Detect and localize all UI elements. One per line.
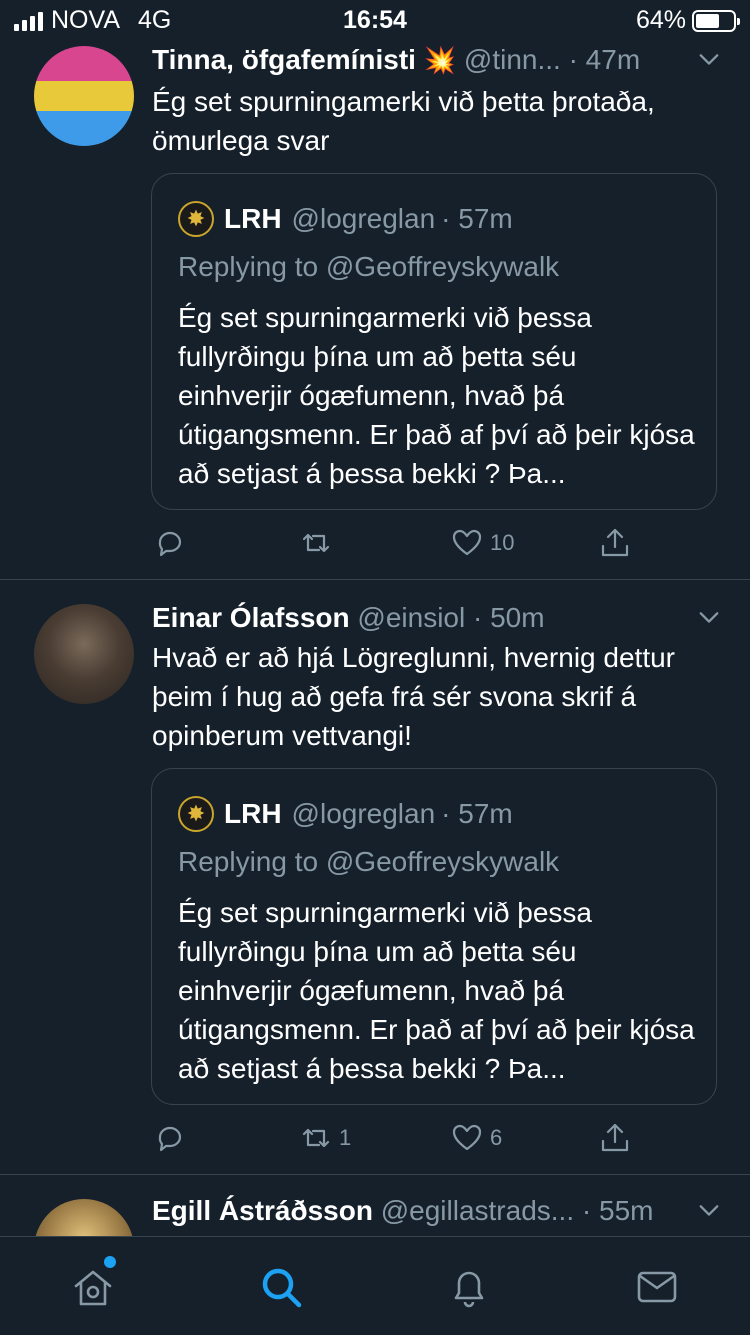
quote-text: Ég set spurningarmerki við þessa fullyrð…: [178, 302, 695, 489]
tweet-header: Einar Ólafsson @einsiol · 50m: [152, 602, 720, 642]
quote-author-handle: @logreglan: [291, 203, 436, 234]
chevron-down-icon[interactable]: [698, 606, 720, 628]
quote-header: LRH @logreglan · 57m: [178, 201, 513, 237]
tweet[interactable]: Egill Ástráðsson @egillastrads... · 55m: [0, 1175, 750, 1236]
emoji-burst: 💥: [423, 45, 457, 75]
quoted-tweet[interactable]: LRH @logreglan · 57m Replying to @Geoffr…: [151, 173, 717, 510]
share-icon: [601, 1123, 629, 1152]
author-name: Egill Ástráðsson: [152, 1195, 373, 1226]
avatar[interactable]: [34, 46, 134, 146]
retweet-icon: [302, 1128, 330, 1148]
quote-time: · 57m: [441, 203, 513, 234]
tweet[interactable]: Einar Ólafsson @einsiol · 50m Hvað er að…: [0, 580, 750, 1174]
author-name: Einar Ólafsson: [152, 602, 350, 633]
share-icon: [601, 528, 629, 557]
quote-author-handle: @logreglan: [291, 798, 436, 829]
retweet-count: 1: [339, 1125, 352, 1150]
like-button[interactable]: 6: [450, 1121, 502, 1155]
like-count: 10: [490, 530, 515, 555]
tweet-text: Ég set spurningamerki við þetta þrotaða,…: [152, 86, 655, 156]
quote-time: · 57m: [441, 798, 513, 829]
author-name: Tinna, öfgafemínisti: [152, 44, 416, 75]
quote-author-name: LRH: [224, 798, 282, 829]
tab-home[interactable]: [70, 1264, 116, 1310]
retweet-button[interactable]: [299, 526, 339, 560]
police-badge-avatar: [178, 201, 214, 237]
heart-icon: [452, 529, 482, 556]
bell-icon: [454, 1271, 484, 1308]
tab-search[interactable]: [258, 1264, 304, 1310]
share-button[interactable]: [598, 526, 632, 560]
tweet-time: · 50m: [473, 602, 545, 633]
retweet-button[interactable]: 1: [299, 1121, 351, 1155]
reply-button[interactable]: [152, 1121, 186, 1155]
like-button[interactable]: 10: [450, 526, 514, 560]
quoted-tweet[interactable]: LRH @logreglan · 57m Replying to @Geoffr…: [151, 768, 717, 1105]
reply-icon: [158, 1126, 182, 1152]
notification-dot: [104, 1256, 116, 1268]
tab-notifications[interactable]: [446, 1264, 492, 1310]
tweet-header: Tinna, öfgafemínisti 💥 @tinn... · 47m: [152, 44, 720, 84]
tab-messages[interactable]: [634, 1264, 680, 1310]
retweet-icon: [302, 533, 330, 553]
like-count: 6: [490, 1125, 503, 1150]
author-handle: @egillastrads...: [380, 1195, 575, 1226]
reply-icon: [158, 531, 182, 557]
replying-to: Replying to @Geoffreyskywalk: [178, 251, 560, 282]
avatar[interactable]: [34, 604, 134, 704]
chevron-down-icon[interactable]: [698, 1199, 720, 1221]
bottom-tab-bar: [0, 1236, 750, 1335]
action-bar: 10: [152, 526, 652, 566]
avatar[interactable]: [34, 1199, 134, 1236]
heart-icon: [452, 1124, 482, 1151]
tweet-time: · 55m: [581, 1195, 654, 1226]
tweet-header: Egill Ástráðsson @egillastrads... · 55m: [152, 1195, 720, 1235]
tweet-time: · 47m: [568, 44, 641, 75]
quote-author-name: LRH: [224, 203, 282, 234]
quote-text: Ég set spurningarmerki við þessa fullyrð…: [178, 897, 695, 1084]
author-handle: @tinn...: [463, 44, 561, 75]
tweet[interactable]: Tinna, öfgafemínisti 💥 @tinn... · 47m Ég…: [0, 0, 750, 579]
author-handle: @einsiol: [357, 602, 466, 633]
share-button[interactable]: [598, 1121, 632, 1155]
home-icon: [74, 1270, 112, 1306]
police-badge-avatar: [178, 796, 214, 832]
replying-to: Replying to @Geoffreyskywalk: [178, 846, 560, 877]
mail-icon: [637, 1271, 677, 1303]
reply-button[interactable]: [152, 526, 186, 560]
tweet-text: Hvað er að hjá Lögreglunni, hvernig dett…: [152, 642, 676, 751]
chevron-down-icon[interactable]: [698, 48, 720, 70]
quote-header: LRH @logreglan · 57m: [178, 796, 513, 832]
action-bar: 1 6: [152, 1121, 652, 1161]
search-icon: [262, 1268, 302, 1308]
